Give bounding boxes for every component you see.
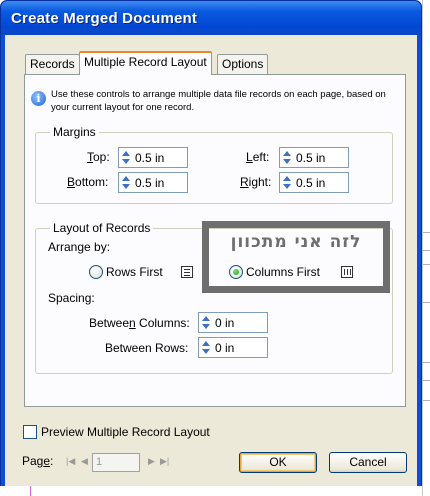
preview-label[interactable]: Preview Multiple Record Layout — [41, 425, 210, 439]
spacing-label: Spacing: — [48, 291, 95, 305]
spinner-arrows-icon[interactable] — [120, 149, 132, 166]
between-columns-field[interactable]: 0 in — [198, 312, 268, 333]
right-label: Right: — [240, 175, 272, 189]
right-margin-field[interactable]: 0.5 in — [279, 172, 349, 193]
tab-records[interactable]: Records — [25, 54, 80, 74]
left-label: Left: — [246, 150, 270, 164]
rows-first-label[interactable]: Rows First — [106, 265, 163, 279]
top-margin-field[interactable]: 0.5 in — [118, 147, 188, 168]
preview-checkbox[interactable] — [23, 425, 37, 439]
bottom-label: Bottom: — [67, 175, 109, 189]
spinner-arrows-icon[interactable] — [200, 314, 212, 331]
tab-multiple-record-layout[interactable]: Multiple Record Layout — [79, 51, 212, 75]
page-guide-line — [30, 486, 31, 496]
page-label: Page: — [22, 454, 54, 468]
between-columns-label: Between Columns: — [89, 316, 190, 330]
ok-button[interactable]: OK — [239, 452, 317, 473]
previous-page-icon[interactable]: ◀ — [81, 456, 88, 467]
margins-group — [35, 132, 393, 204]
info-text: Use these controls to arrange multiple d… — [51, 89, 386, 113]
spinner-arrows-icon[interactable] — [120, 174, 132, 191]
margins-legend: Margins — [50, 125, 99, 139]
bottom-margin-field[interactable]: 0.5 in — [118, 172, 188, 193]
top-label: Top: — [87, 150, 110, 164]
spinner-arrows-icon[interactable] — [200, 339, 212, 356]
tab-options[interactable]: Options — [217, 54, 269, 74]
next-page-icon[interactable]: ▶ — [148, 456, 155, 467]
page-number-field[interactable]: 1 — [92, 453, 140, 472]
left-margin-field[interactable]: 0.5 in — [279, 147, 349, 168]
arrange-by-label: Arrange by: — [48, 240, 111, 254]
rows-first-radio[interactable] — [89, 265, 103, 279]
rows-first-icon — [181, 266, 193, 278]
annotation-box: לזה אני מתכוון — [202, 221, 390, 293]
spinner-arrows-icon[interactable] — [281, 149, 293, 166]
cancel-button[interactable]: Cancel — [329, 452, 407, 473]
title-bar[interactable]: Create Merged Document — [1, 1, 421, 35]
info-icon: i — [31, 91, 46, 106]
between-rows-field[interactable]: 0 in — [198, 337, 268, 358]
background-document-edge — [422, 0, 430, 496]
layout-legend: Layout of Records — [50, 221, 154, 235]
spinner-arrows-icon[interactable] — [281, 174, 293, 191]
background-page-area — [0, 486, 422, 496]
dialog-title: Create Merged Document — [11, 10, 198, 27]
first-page-icon[interactable]: |◀ — [66, 456, 75, 467]
between-rows-label: Between Rows: — [105, 341, 189, 355]
annotation-text: לזה אני מתכוון — [230, 232, 362, 252]
last-page-icon[interactable]: ▶| — [160, 456, 169, 467]
